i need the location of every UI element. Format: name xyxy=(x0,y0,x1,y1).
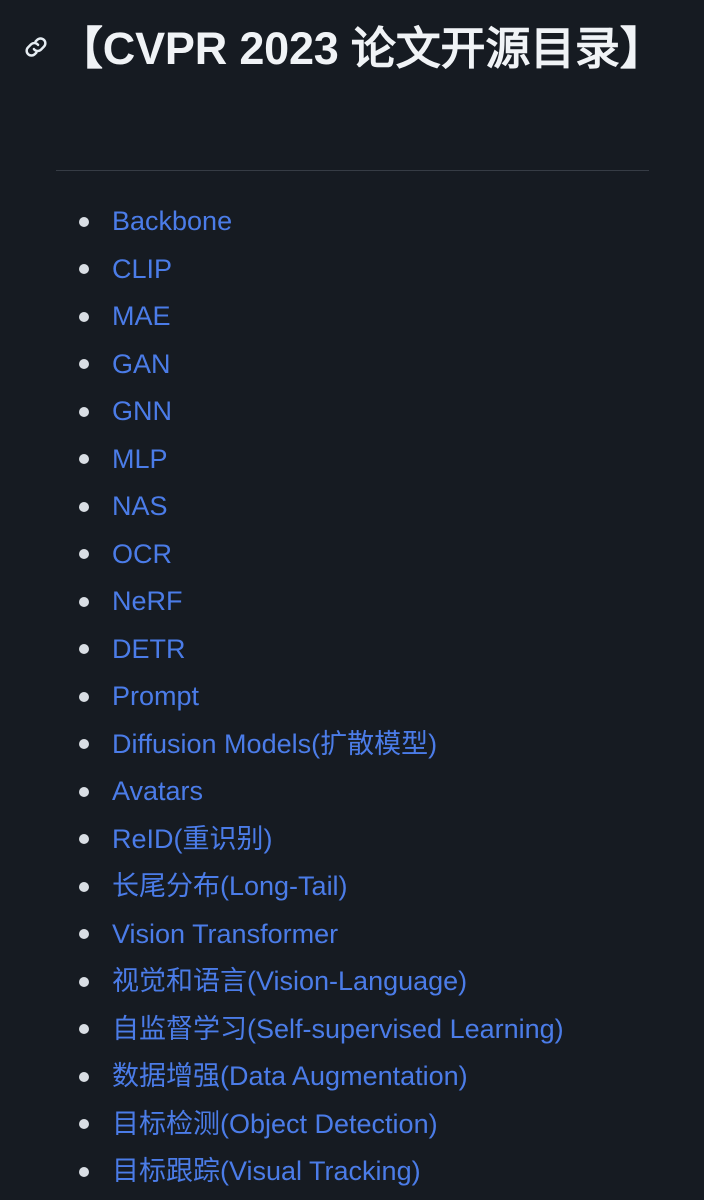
toc-link-vision-language[interactable]: 视觉和语言(Vision-Language) xyxy=(112,958,467,1006)
bullet-icon xyxy=(79,596,89,607)
bullet-icon xyxy=(79,691,89,702)
toc-link-visual-tracking[interactable]: 目标跟踪(Visual Tracking) xyxy=(112,1148,421,1196)
toc-link-detr[interactable]: DETR xyxy=(112,626,186,674)
bullet-icon xyxy=(79,739,89,750)
bullet-icon xyxy=(79,216,89,227)
toc-list: Backbone CLIP MAE GAN GNN MLP NAS OCR Ne… xyxy=(0,198,704,1196)
bullet-icon xyxy=(79,881,89,892)
toc-link-ocr[interactable]: OCR xyxy=(112,531,172,579)
bullet-icon xyxy=(79,976,89,987)
list-item: 数据增强(Data Augmentation) xyxy=(0,1053,704,1101)
list-item: 目标跟踪(Visual Tracking) xyxy=(0,1148,704,1196)
bullet-icon xyxy=(79,834,89,845)
toc-link-data-augmentation[interactable]: 数据增强(Data Augmentation) xyxy=(112,1053,468,1101)
bullet-icon xyxy=(79,501,89,512)
toc-link-gnn[interactable]: GNN xyxy=(112,388,172,436)
list-item: OCR xyxy=(0,531,704,579)
bullet-icon xyxy=(79,406,89,417)
toc-link-clip[interactable]: CLIP xyxy=(112,246,172,294)
list-item: DETR xyxy=(0,626,704,674)
bullet-icon xyxy=(79,1119,89,1130)
page-root: 【CVPR 2023 论文开源目录】 Backbone CLIP MAE GAN… xyxy=(0,0,704,1200)
list-item: NAS xyxy=(0,483,704,531)
bullet-icon xyxy=(79,644,89,655)
list-item: MLP xyxy=(0,436,704,484)
list-item: Prompt xyxy=(0,673,704,721)
list-item: GAN xyxy=(0,341,704,389)
heading-row: 【CVPR 2023 论文开源目录】 xyxy=(0,0,704,82)
toc-link-nerf[interactable]: NeRF xyxy=(112,578,183,626)
toc-link-avatars[interactable]: Avatars xyxy=(112,768,203,816)
toc-link-diffusion-models[interactable]: Diffusion Models(扩散模型) xyxy=(112,721,437,769)
toc-link-prompt[interactable]: Prompt xyxy=(112,673,199,721)
bullet-icon xyxy=(79,264,89,275)
bullet-icon xyxy=(79,549,89,560)
heading-divider xyxy=(56,170,649,171)
list-item: Diffusion Models(扩散模型) xyxy=(0,721,704,769)
bullet-icon xyxy=(79,454,89,465)
bullet-icon xyxy=(79,1166,89,1177)
list-item: 自监督学习(Self-supervised Learning) xyxy=(0,1006,704,1054)
toc-link-vision-transformer[interactable]: Vision Transformer xyxy=(112,911,338,959)
list-item: MAE xyxy=(0,293,704,341)
list-item: ReID(重识别) xyxy=(0,816,704,864)
bullet-icon xyxy=(79,929,89,940)
list-item: CLIP xyxy=(0,246,704,294)
link-icon-svg xyxy=(25,37,47,57)
toc-link-gan[interactable]: GAN xyxy=(112,341,171,389)
list-item: 视觉和语言(Vision-Language) xyxy=(0,958,704,1006)
list-item: 目标检测(Object Detection) xyxy=(0,1101,704,1149)
bullet-icon xyxy=(79,1024,89,1035)
toc-link-nas[interactable]: NAS xyxy=(112,483,168,531)
toc-link-object-detection[interactable]: 目标检测(Object Detection) xyxy=(112,1101,438,1149)
list-item: Backbone xyxy=(0,198,704,246)
bullet-icon xyxy=(79,786,89,797)
toc-link-reid[interactable]: ReID(重识别) xyxy=(112,816,273,864)
list-item: Vision Transformer xyxy=(0,911,704,959)
list-item: GNN xyxy=(0,388,704,436)
toc-link-self-supervised-learning[interactable]: 自监督学习(Self-supervised Learning) xyxy=(112,1006,564,1054)
page-title: 【CVPR 2023 论文开源目录】 xyxy=(58,23,665,74)
bullet-icon xyxy=(79,1071,89,1082)
bullet-icon xyxy=(79,311,89,322)
toc-link-mlp[interactable]: MLP xyxy=(112,436,168,484)
toc-link-backbone[interactable]: Backbone xyxy=(112,198,232,246)
list-item: NeRF xyxy=(0,578,704,626)
link-icon[interactable] xyxy=(22,33,50,61)
toc-link-mae[interactable]: MAE xyxy=(112,293,171,341)
toc-link-long-tail[interactable]: 长尾分布(Long-Tail) xyxy=(112,863,348,911)
list-item: 长尾分布(Long-Tail) xyxy=(0,863,704,911)
bullet-icon xyxy=(79,359,89,370)
list-item: Avatars xyxy=(0,768,704,816)
